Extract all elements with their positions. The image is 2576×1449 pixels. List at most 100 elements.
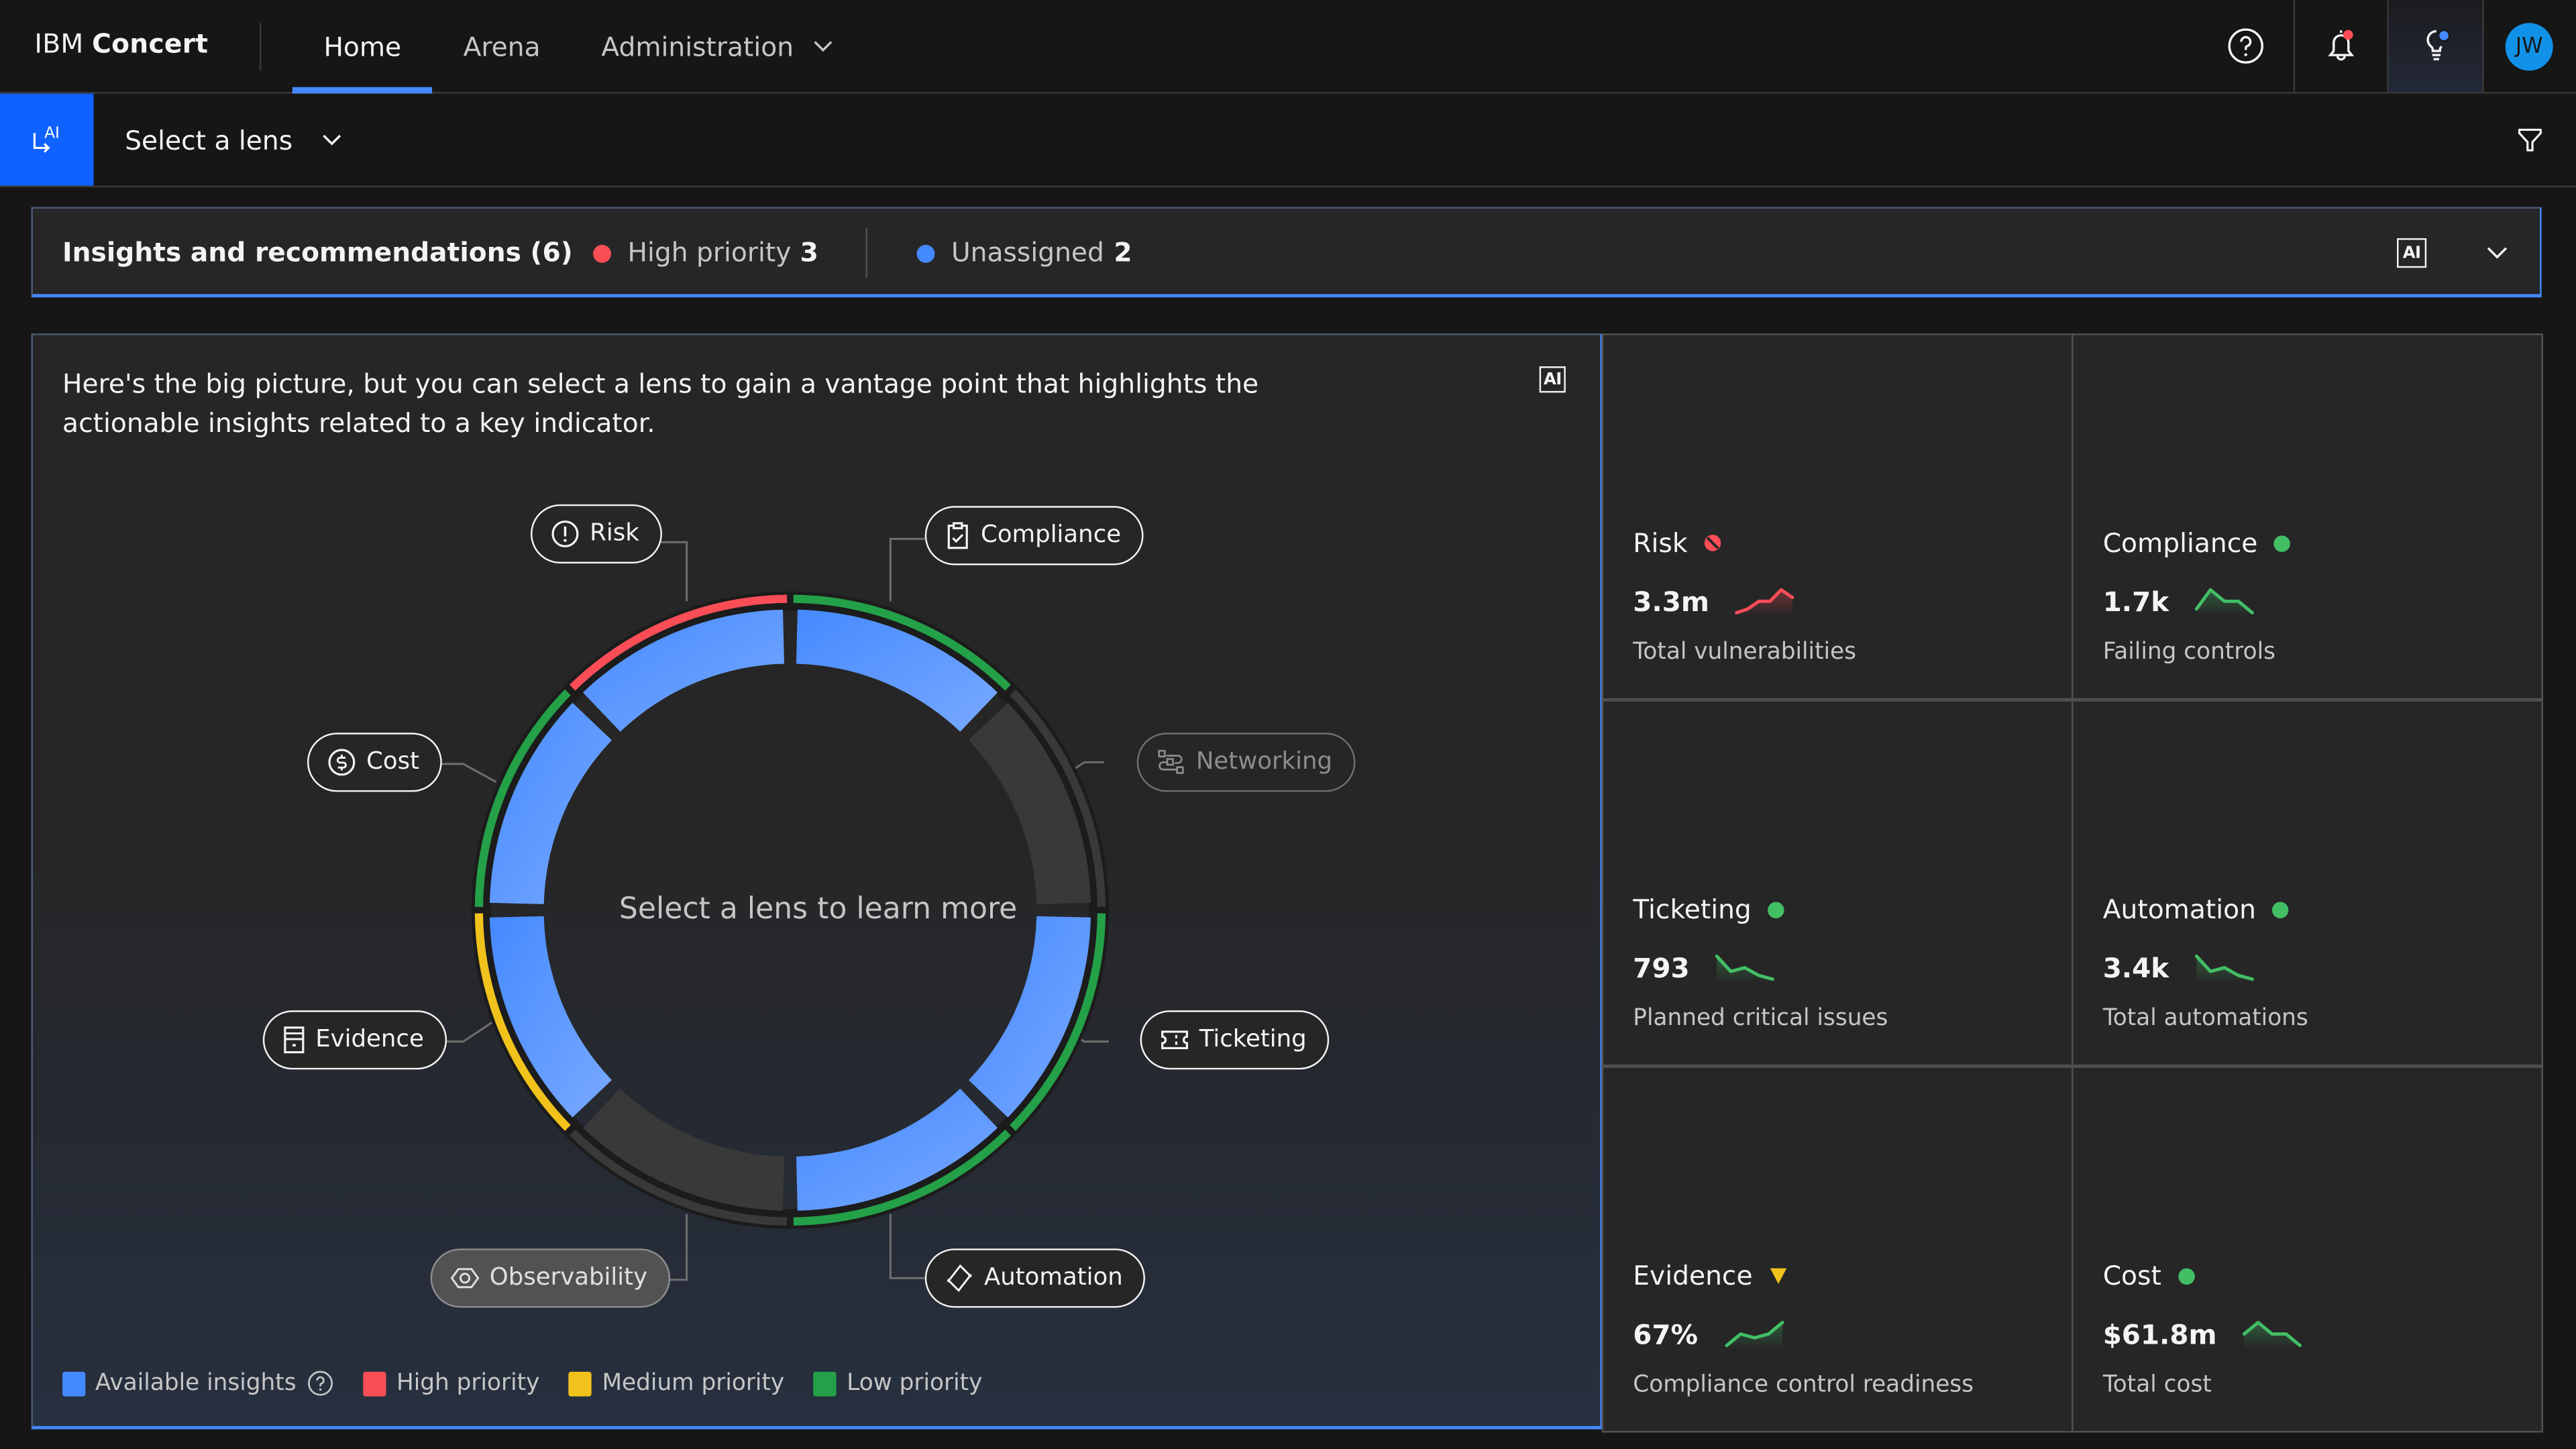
tile-value-row: $61.8m bbox=[2102, 1319, 2306, 1351]
legend-item-medium-priority: Medium priority bbox=[569, 1370, 785, 1397]
svg-text:AI: AI bbox=[44, 124, 59, 142]
insights-button[interactable] bbox=[2388, 0, 2483, 93]
connector-line-cost bbox=[437, 763, 497, 784]
metric-tile-compliance[interactable]: Compliance 1.7k Failing controls bbox=[2072, 333, 2544, 700]
notifications-button[interactable] bbox=[2295, 0, 2387, 92]
avatar: JW bbox=[2505, 22, 2553, 70]
chevron-down-icon bbox=[814, 41, 833, 52]
metric-tile-risk[interactable]: Risk 3.3m Total vulnerabilities bbox=[1601, 333, 2074, 700]
tile-title-row: Compliance bbox=[2103, 527, 2291, 559]
currency-icon bbox=[328, 749, 356, 776]
tile-description: Total automations bbox=[2102, 1005, 2308, 1032]
tile-title: Evidence bbox=[1633, 1260, 1753, 1291]
insights-bar[interactable]: Insights and recommendations (6) High pr… bbox=[31, 207, 2542, 298]
help-button[interactable] bbox=[2200, 0, 2292, 92]
sparkline bbox=[1715, 953, 1776, 982]
tile-description: Failing controls bbox=[2102, 639, 2275, 665]
automation-icon bbox=[947, 1264, 972, 1292]
tile-description: Total cost bbox=[2102, 1371, 2212, 1399]
chevron-down-icon[interactable] bbox=[2485, 245, 2508, 261]
tile-value: 3.3m bbox=[1633, 586, 1710, 618]
legend-label: Medium priority bbox=[602, 1370, 785, 1397]
brand-prefix: IBM bbox=[34, 28, 84, 60]
lens-chip-observability[interactable]: Observability bbox=[430, 1248, 671, 1308]
help-icon[interactable] bbox=[308, 1370, 334, 1396]
nav-item-label: Administration bbox=[601, 30, 794, 62]
lens-chip-label: Risk bbox=[590, 521, 639, 547]
sparkline bbox=[2243, 1320, 2302, 1348]
nav-item-arena[interactable]: Arena bbox=[464, 0, 541, 92]
unassigned-dot bbox=[916, 244, 935, 263]
lens-toolbar: AI Select a lens bbox=[0, 93, 2576, 188]
server-icon bbox=[284, 1026, 305, 1054]
tile-title: Compliance bbox=[2102, 527, 2258, 559]
lens-chip-cost[interactable]: Cost bbox=[307, 733, 443, 792]
tile-value-row: 3.4k bbox=[2103, 953, 2258, 984]
lens-chip-ticketing[interactable]: Ticketing bbox=[1140, 1010, 1330, 1070]
user-avatar-button[interactable]: JW bbox=[2482, 0, 2576, 92]
chart-legend: Available insights High priority Medium … bbox=[62, 1370, 1012, 1397]
sparkline bbox=[1724, 1320, 1784, 1348]
sparkline bbox=[1735, 587, 1795, 616]
tile-title-row: Cost bbox=[2103, 1260, 2194, 1291]
high-priority-label: High priority bbox=[627, 236, 792, 268]
lens-dropdown[interactable]: Select a lens bbox=[125, 94, 342, 186]
warning-icon bbox=[551, 520, 579, 547]
insights-title: Insights and recommendations (6) bbox=[62, 236, 573, 268]
legend-swatch bbox=[814, 1371, 837, 1396]
metric-tile-evidence[interactable]: Evidence 67% Compliance control readiness bbox=[1601, 1066, 2074, 1433]
metric-tile-ticketing[interactable]: Ticketing 793 Planned critical issues bbox=[1601, 700, 2074, 1067]
tile-value-row: 1.7k bbox=[2103, 586, 2258, 618]
lens-chip-compliance[interactable]: Compliance bbox=[924, 506, 1144, 566]
sparkline bbox=[2195, 953, 2255, 982]
app-root: IBM Concert Home Arena Administration JW bbox=[0, 0, 2576, 1449]
tile-description: Compliance control readiness bbox=[1633, 1371, 1974, 1399]
idea-icon bbox=[2426, 30, 2449, 60]
brand-name: Concert bbox=[92, 28, 209, 60]
tile-description: Total vulnerabilities bbox=[1633, 639, 1857, 665]
tile-value: $61.8m bbox=[2102, 1319, 2217, 1351]
legend-item-high-priority: High priority bbox=[363, 1370, 540, 1397]
lens-chip-risk[interactable]: Risk bbox=[531, 504, 663, 564]
nav-item-administration[interactable]: Administration bbox=[601, 0, 833, 92]
lens-chip-automation[interactable]: Automation bbox=[924, 1248, 1146, 1308]
tile-value: 3.4k bbox=[2102, 953, 2169, 984]
divider bbox=[259, 23, 262, 71]
unassigned-count: 2 bbox=[1114, 236, 1132, 268]
tile-value-row: 67% bbox=[1633, 1319, 1786, 1351]
view-icon bbox=[450, 1268, 480, 1289]
metric-tile-automation[interactable]: Automation 3.4k Total automations bbox=[2072, 700, 2544, 1067]
connector-line-evidence bbox=[443, 1021, 494, 1043]
tile-title-row: Ticketing bbox=[1633, 894, 1784, 925]
lens-dropdown-label: Select a lens bbox=[125, 123, 293, 156]
tile-title: Risk bbox=[1633, 527, 1688, 559]
status-normal-icon bbox=[2178, 1267, 2194, 1284]
product-name[interactable]: IBM Concert bbox=[34, 28, 208, 60]
tile-title: Automation bbox=[2102, 894, 2256, 925]
lens-chip-label: Cost bbox=[366, 749, 420, 775]
legend-label: Available insights bbox=[95, 1370, 297, 1397]
tile-value: 67% bbox=[1633, 1319, 1699, 1351]
legend-label: High priority bbox=[396, 1370, 540, 1397]
lens-chip-label: Observability bbox=[489, 1265, 648, 1291]
tile-title-row: Automation bbox=[2103, 894, 2289, 925]
lens-chip-label: Ticketing bbox=[1199, 1026, 1307, 1053]
nav-item-home[interactable]: Home bbox=[323, 0, 401, 92]
metric-tile-cost[interactable]: Cost $61.8m Total cost bbox=[2072, 1066, 2544, 1433]
tile-title-row: Evidence bbox=[1633, 1260, 1787, 1291]
filter-button[interactable] bbox=[2484, 94, 2576, 186]
nav-item-label: Arena bbox=[463, 30, 541, 62]
ai-launch-button[interactable]: AI bbox=[0, 93, 94, 186]
legend-swatch bbox=[62, 1371, 86, 1396]
lens-chip-evidence[interactable]: Evidence bbox=[262, 1010, 447, 1070]
connector-line-risk bbox=[655, 541, 688, 602]
clipboard-check-icon bbox=[947, 522, 968, 549]
high-priority-count: 3 bbox=[800, 236, 818, 268]
filter-icon bbox=[2518, 128, 2542, 152]
ai-label-icon[interactable]: AI bbox=[2397, 238, 2427, 268]
lens-donut-chart bbox=[437, 537, 1110, 1281]
lens-chip-networking[interactable]: Networking bbox=[1136, 733, 1356, 792]
tile-title: Ticketing bbox=[1633, 894, 1752, 925]
tile-value: 793 bbox=[1633, 953, 1690, 984]
network-icon bbox=[1158, 749, 1184, 774]
